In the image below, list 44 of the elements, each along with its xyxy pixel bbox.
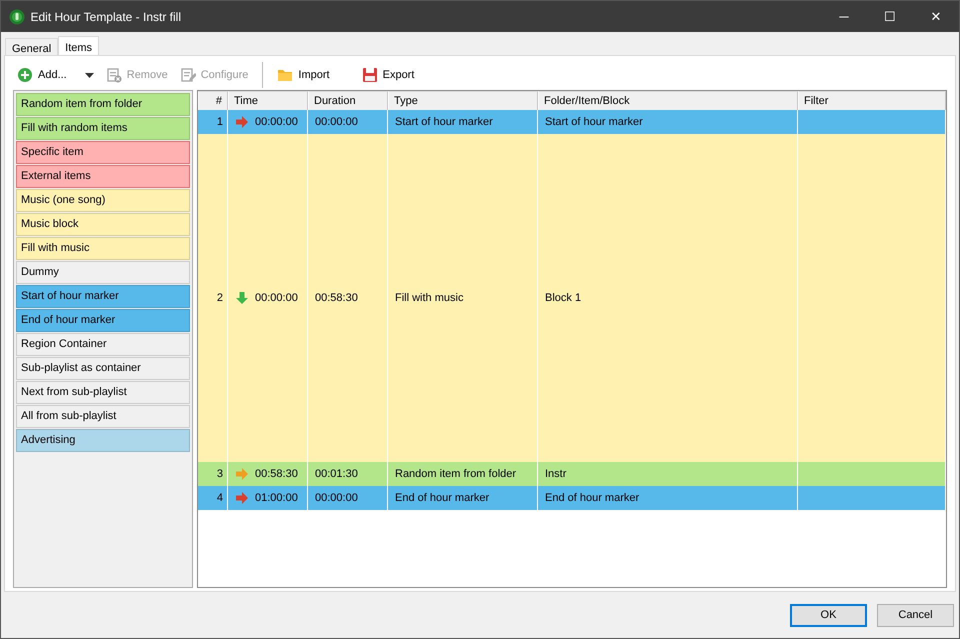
palette-item[interactable]: End of hour marker (16, 309, 190, 332)
tab[interactable]: General (5, 38, 58, 55)
palette-item[interactable]: Music block (16, 213, 190, 236)
table-cell-text: 00:58:30 (255, 466, 298, 482)
table-row[interactable]: 2 00:00:00 00:58:30 Fill with music Block 1 (198, 134, 946, 462)
ok-button[interactable]: OK (790, 604, 867, 626)
palette-item[interactable]: Next from sub-playlist (16, 381, 190, 404)
palette-item[interactable]: Start of hour marker (16, 285, 190, 308)
app-icon (9, 8, 25, 24)
palette-item[interactable]: Region Container (16, 333, 190, 356)
table-row[interactable]: 4 01:00:00 00:00:00 End of hour marker End of hour marker (198, 486, 946, 510)
table-cell: 00:00:00 (308, 486, 388, 510)
cancel-button[interactable]: Cancel (877, 604, 954, 626)
close-button[interactable]: ✕ (913, 1, 959, 32)
palette-item[interactable]: Fill with random items (16, 117, 190, 140)
table-row[interactable]: 3 00:58:30 00:01:30 Random item from folder Instr (198, 462, 946, 486)
palette-item[interactable]: Dummy (16, 261, 190, 284)
plus-icon (17, 67, 33, 83)
table-cell: 2 (198, 134, 228, 462)
palette-item[interactable]: Advertising (16, 429, 190, 452)
table-row[interactable]: 1 00:00:00 00:00:00 Start of hour marker Start of hour marker (198, 110, 946, 134)
document-delete-icon (106, 67, 122, 83)
minimize-button[interactable]: ─ (821, 1, 867, 32)
add-button[interactable]: Add... (13, 64, 71, 86)
table-cell-text: 00:00:00 (255, 114, 298, 130)
palette-item[interactable]: External items (16, 165, 190, 188)
table-cell: 4 (198, 486, 228, 510)
palette-item[interactable]: Fill with music (16, 237, 190, 260)
import-button[interactable]: Import (273, 64, 334, 86)
table-cell-text: 00:00:00 (255, 290, 298, 306)
palette-item[interactable]: Specific item (16, 141, 190, 164)
palette-item[interactable]: All from sub-playlist (16, 405, 190, 428)
folder-icon (277, 67, 294, 83)
palette-item[interactable]: Music (one song) (16, 189, 190, 212)
maximize-button[interactable]: ☐ (867, 1, 913, 32)
table-cell-text: 01:00:00 (255, 490, 298, 506)
palette-item[interactable]: Random item from folder (16, 93, 190, 116)
table-cell: End of hour marker (388, 486, 538, 510)
export-button[interactable]: Export (358, 64, 418, 86)
document-edit-icon (180, 67, 196, 83)
palette-item[interactable]: Sub-playlist as container (16, 357, 190, 380)
window-title: Edit Hour Template - Instr fill (30, 8, 182, 26)
tab[interactable]: Items (58, 36, 100, 55)
table-cell: End of hour marker (538, 486, 798, 510)
